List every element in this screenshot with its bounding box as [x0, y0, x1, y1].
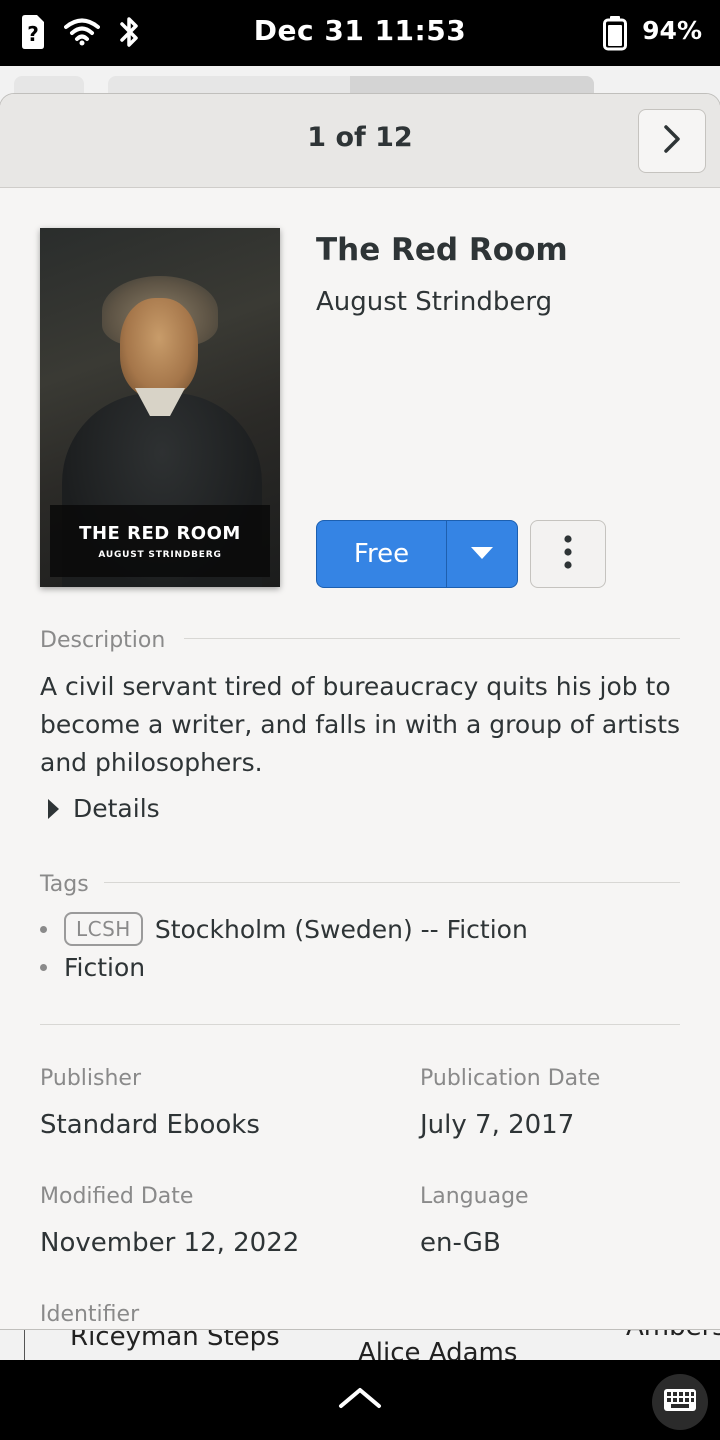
battery-percent: 94% — [642, 16, 702, 45]
language-label: Language — [420, 1184, 529, 1209]
divider — [184, 638, 680, 639]
language-value: en-GB — [420, 1228, 501, 1258]
modified-date-label: Modified Date — [40, 1184, 194, 1209]
divider — [40, 1024, 680, 1025]
tag-scheme-badge: LCSH — [64, 912, 143, 946]
divider — [104, 882, 680, 883]
book-title: The Red Room — [316, 232, 568, 268]
battery-icon — [602, 15, 628, 55]
cover-title: THE RED ROOM — [79, 523, 241, 544]
tag-label: Stockholm (Sweden) -- Fiction — [154, 914, 528, 944]
caret-down-icon — [470, 545, 494, 564]
tag-label: Fiction — [64, 953, 146, 982]
triangle-right-icon — [48, 798, 59, 819]
bullet-icon — [40, 964, 47, 971]
home-handle-icon[interactable] — [338, 1386, 382, 1414]
dialog-header: 1 of 12 — [0, 94, 720, 188]
book-details-dialog: 1 of 12 THE RED ROOM AUGUST STRINDBERG T… — [0, 94, 720, 1329]
pager-label: 1 of 12 — [307, 122, 413, 153]
details-label: Details — [73, 794, 160, 823]
vertical-ellipsis-icon — [563, 535, 573, 573]
tag-item[interactable]: LCSH Stockholm (Sweden) -- Fiction — [40, 912, 528, 946]
next-button[interactable] — [638, 109, 706, 173]
chevron-right-icon — [661, 124, 683, 158]
book-cover: THE RED ROOM AUGUST STRINDBERG — [40, 228, 280, 587]
publisher-value: Standard Ebooks — [40, 1110, 260, 1140]
keyboard-toggle-button[interactable] — [652, 1374, 708, 1430]
get-book-split-button: Free — [316, 520, 518, 588]
keyboard-icon — [663, 1388, 697, 1416]
more-options-button[interactable] — [530, 520, 606, 588]
modified-date-value: November 12, 2022 — [40, 1228, 300, 1258]
publisher-label: Publisher — [40, 1066, 141, 1091]
navigation-bar — [0, 1360, 720, 1440]
details-expander[interactable]: Details — [48, 794, 160, 823]
divider — [24, 1328, 25, 1360]
cover-author: AUGUST STRINDBERG — [98, 550, 222, 560]
description-heading: Description — [40, 628, 166, 653]
free-button[interactable]: Free — [317, 521, 447, 587]
book-author: August Strindberg — [316, 287, 553, 317]
download-options-button[interactable] — [447, 521, 517, 587]
tag-item[interactable]: Fiction — [40, 953, 145, 982]
description-text: A civil servant tired of bureaucracy qui… — [40, 672, 681, 777]
status-bar: ? Dec 31 11:53 94% — [0, 0, 720, 66]
bullet-icon — [40, 925, 47, 933]
identifier-label: Identifier — [40, 1302, 140, 1327]
publication-date-value: July 7, 2017 — [420, 1110, 575, 1140]
publication-date-label: Publication Date — [420, 1066, 601, 1091]
tags-heading: Tags — [40, 872, 89, 897]
